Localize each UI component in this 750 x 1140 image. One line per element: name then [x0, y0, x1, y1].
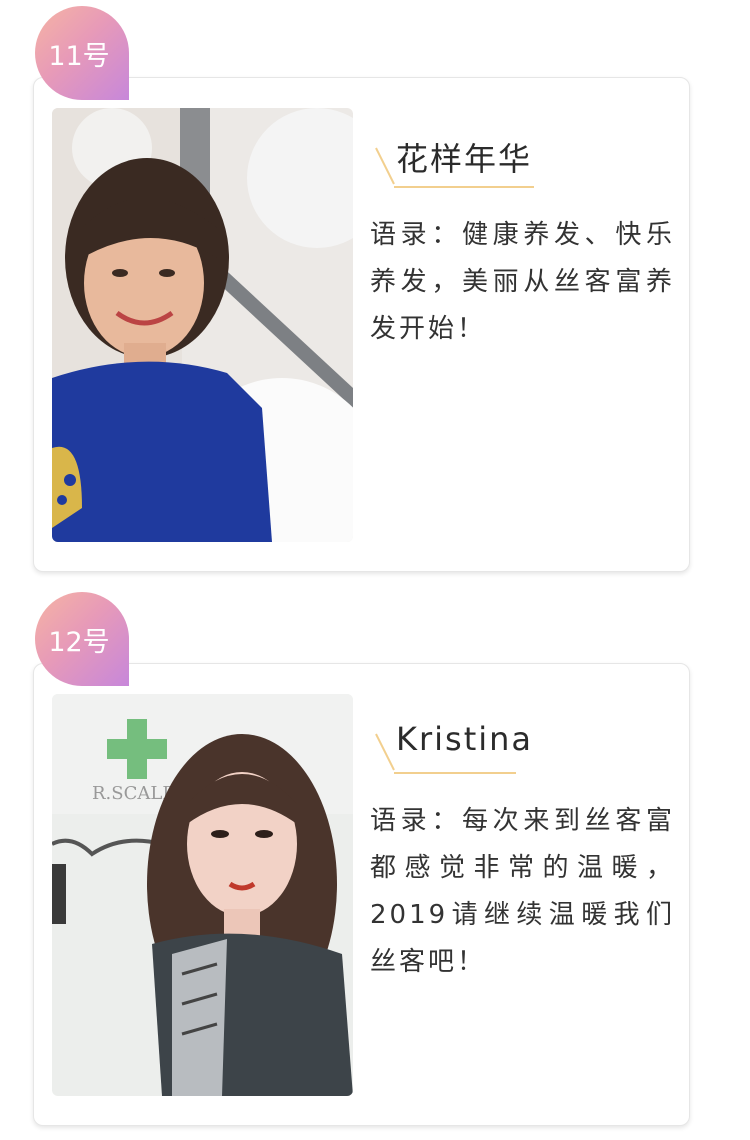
number-badge: 12号 — [35, 592, 129, 686]
badge-label: 11号 — [48, 41, 110, 72]
portrait-photo: R.SCALP — [52, 694, 353, 1096]
name-underline — [394, 186, 534, 188]
contestant-card[interactable]: 花样年华 语录：健康养发、快乐养发，美丽从丝客富养发开始！ — [33, 77, 690, 572]
contestant-photo[interactable]: R.SCALP — [52, 694, 353, 1096]
contestant-name: 花样年华 — [396, 140, 533, 178]
contestant-card[interactable]: R.SCALP Kristina 语录：每次来到丝客富都感觉非常的温暖，2019… — [33, 663, 690, 1126]
contestant-quote: 语录：健康养发、快乐养发，美丽从丝客富养发开始！ — [370, 220, 675, 344]
contestant-entry-11: 11号 花样年华 语录：健康养发、快乐养发，美丽从丝客富养发开始！ — [0, 0, 750, 590]
svg-text:R.SCALP: R.SCALP — [92, 783, 174, 804]
contestant-name: Kristina — [396, 720, 534, 758]
contestant-quote: 语录：每次来到丝客富都感觉非常的温暖，2019请继续温暖我们丝客吧！ — [370, 806, 675, 977]
name-underline — [394, 772, 516, 774]
contestant-entry-12: 12号 R.SCALP Kristina 语录：每次来到丝客富都感觉非常的温暖，… — [0, 590, 750, 1140]
portrait-photo — [52, 108, 353, 542]
number-badge: 11号 — [35, 6, 129, 100]
badge-label: 12号 — [48, 627, 110, 658]
contestant-photo[interactable] — [52, 108, 353, 542]
